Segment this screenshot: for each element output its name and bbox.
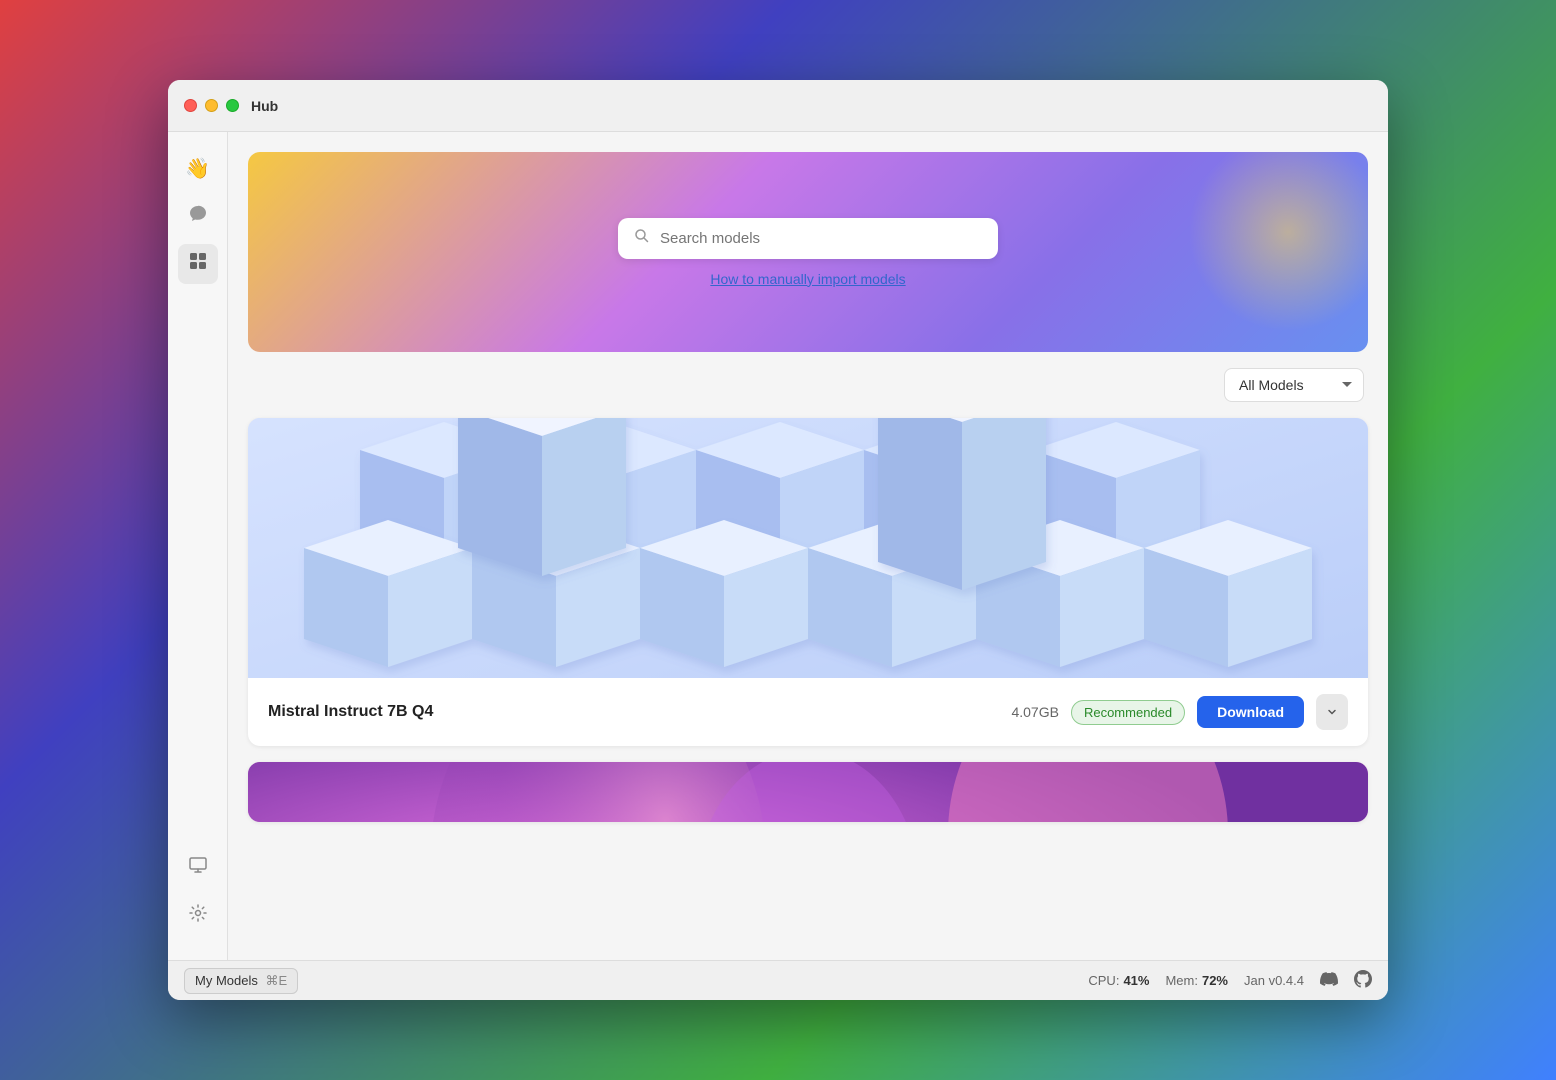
download-button-mistral[interactable]: Download <box>1197 696 1304 728</box>
model-card-image-cubes <box>248 418 1368 678</box>
traffic-lights <box>184 99 239 112</box>
search-icon <box>634 228 650 249</box>
sidebar-item-settings[interactable] <box>178 896 218 936</box>
model-card-mistral: Mistral Instruct 7B Q4 4.07GB Recommende… <box>248 418 1368 746</box>
recommended-badge: Recommended <box>1071 700 1185 725</box>
cpu-status: CPU: 41% <box>1088 973 1149 988</box>
sidebar-item-monitor[interactable] <box>178 848 218 888</box>
main-content: How to manually import models All Models… <box>228 132 1388 960</box>
download-chevron-button[interactable] <box>1316 694 1348 730</box>
model-filter-select[interactable]: All Models Chat Vision Embedding <box>1224 368 1364 402</box>
search-bar-container <box>618 218 998 259</box>
maximize-button[interactable] <box>226 99 239 112</box>
wave-icon: 👋 <box>185 156 210 181</box>
sidebar: 👋 <box>168 132 228 960</box>
monitor-icon <box>188 855 208 881</box>
sidebar-bottom <box>178 848 218 944</box>
model-card-image-purple <box>248 762 1368 822</box>
model-name-mistral: Mistral Instruct 7B Q4 <box>268 703 999 721</box>
grid-icon <box>188 251 208 277</box>
statusbar-right: CPU: 41% Mem: 72% Jan v0.4.4 <box>1088 970 1372 991</box>
hero-banner: How to manually import models <box>248 152 1368 352</box>
sidebar-item-grid[interactable] <box>178 244 218 284</box>
statusbar: My Models ⌘E CPU: 41% Mem: 72% Jan v0.4.… <box>168 960 1388 1000</box>
model-size-mistral: 4.07GB <box>1011 704 1058 720</box>
search-input[interactable] <box>660 230 982 247</box>
my-models-button[interactable]: My Models ⌘E <box>184 968 298 994</box>
github-icon[interactable] <box>1354 970 1372 991</box>
chat-icon <box>188 204 208 229</box>
filter-row: All Models Chat Vision Embedding <box>248 368 1368 402</box>
model-card-footer-mistral: Mistral Instruct 7B Q4 4.07GB Recommende… <box>248 678 1368 746</box>
how-to-link[interactable]: How to manually import models <box>710 271 905 287</box>
app-layout: 👋 <box>168 132 1388 960</box>
window-title: Hub <box>251 98 278 114</box>
model-card-second <box>248 762 1368 822</box>
minimize-button[interactable] <box>205 99 218 112</box>
sidebar-top: 👋 <box>178 148 218 848</box>
sidebar-item-wave[interactable]: 👋 <box>178 148 218 188</box>
app-window: Hub 👋 <box>168 80 1388 1000</box>
titlebar: Hub <box>168 80 1388 132</box>
discord-icon[interactable] <box>1320 970 1338 991</box>
close-button[interactable] <box>184 99 197 112</box>
mem-status: Mem: 72% <box>1165 973 1228 988</box>
sidebar-item-chat[interactable] <box>178 196 218 236</box>
version-label: Jan v0.4.4 <box>1244 973 1304 988</box>
settings-icon <box>188 903 208 929</box>
